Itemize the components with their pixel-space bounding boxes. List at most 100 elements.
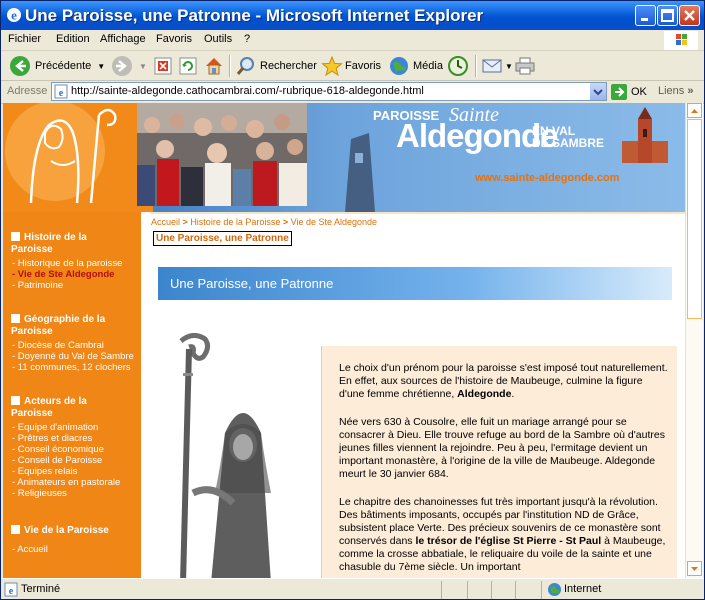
toolbar-separator: [229, 55, 231, 77]
address-bar: Adresse e http://sainte-aldegonde.cathoc…: [1, 81, 704, 104]
nav-heading-histoire[interactable]: Histoire de la Paroisse: [11, 232, 131, 256]
windows-logo-icon: [664, 31, 698, 50]
paragraph-bold-link[interactable]: le trésor de l'église St Pierre - St Pau…: [415, 535, 601, 547]
media-globe-icon: [390, 57, 408, 75]
article-paragraph-2: Née vers 630 à Cousolre, elle fuit un ma…: [339, 416, 665, 480]
article-paragraph-3: Le chapitre des chanoinesses fut très im…: [339, 496, 669, 574]
menu-fichier[interactable]: Fichier: [8, 33, 41, 45]
home-button[interactable]: [203, 54, 225, 78]
search-label: Rechercher: [260, 60, 317, 72]
back-dropdown-icon[interactable]: ▼: [97, 62, 105, 71]
scroll-thumb[interactable]: [687, 119, 702, 319]
menu-edition[interactable]: Edition: [56, 33, 90, 45]
go-button[interactable]: OK: [611, 83, 647, 101]
nav-heading-vie[interactable]: Vie de la Paroisse: [11, 525, 131, 537]
article-paragraph-1: Le choix d'un prénom pour la paroisse s'…: [339, 362, 669, 401]
close-icon: [684, 10, 695, 21]
forward-dropdown-icon[interactable]: ▼: [139, 62, 147, 71]
breadcrumb-histoire[interactable]: Histoire de la Paroisse: [190, 217, 280, 227]
nav-item-conseil-economique[interactable]: - Conseil économique: [12, 444, 104, 455]
nav-heading-acteurs[interactable]: Acteurs de la Paroisse: [11, 396, 131, 420]
printer-icon: [515, 57, 535, 75]
breadcrumb: Accueil > Histoire de la Paroisse > Vie …: [151, 217, 377, 227]
security-zone: Internet: [564, 583, 602, 595]
status-divider: [541, 581, 542, 599]
brand-val-de-sambre: EN VAL DE SAMBRE: [532, 125, 604, 149]
browser-window: e Une Paroisse, une Patronne - Microsoft…: [0, 0, 705, 600]
maximize-icon: [661, 9, 674, 22]
favorites-label: Favoris: [345, 60, 382, 72]
svg-text:e: e: [9, 586, 14, 597]
home-icon: [206, 58, 222, 75]
vertical-scrollbar[interactable]: [685, 103, 703, 578]
nav-item-pretres[interactable]: - Prêtres et diacres: [12, 433, 92, 444]
nav-item-doyenne[interactable]: - Doyenné du Val de Sambre: [12, 351, 134, 362]
site-logo[interactable]: [3, 103, 153, 212]
concrete-tower-icon: [345, 133, 375, 212]
refresh-button[interactable]: [178, 54, 198, 78]
history-button[interactable]: [447, 54, 469, 78]
forward-arrow-icon: [112, 56, 132, 76]
nav-heading-label: Géographie de la Paroisse: [11, 314, 106, 337]
forward-button[interactable]: ▼: [111, 54, 147, 78]
scroll-up-button[interactable]: [687, 103, 702, 118]
site-url[interactable]: www.sainte-aldegonde.com: [475, 172, 619, 184]
media-button[interactable]: Média: [388, 54, 443, 78]
nav-item-vie-ste-aldegonde[interactable]: - Vie de Ste Aldegonde: [12, 269, 114, 280]
mail-button[interactable]: ▼: [481, 54, 513, 78]
title-bar: e Une Paroisse, une Patronne - Microsoft…: [1, 1, 704, 30]
sidebar: Histoire de la Paroisse - Historique de …: [3, 212, 141, 578]
bullet-square-icon: [11, 232, 20, 241]
scroll-down-button[interactable]: [687, 561, 702, 576]
breadcrumb-accueil[interactable]: Accueil: [151, 217, 180, 227]
maximize-button[interactable]: [657, 5, 678, 26]
nav-item-equipe-animation[interactable]: - Equipe d'animation: [12, 422, 98, 433]
favorites-button[interactable]: Favoris: [321, 54, 381, 78]
nav-heading-geographie[interactable]: Géographie de la Paroisse: [11, 314, 131, 338]
address-input[interactable]: e http://sainte-aldegonde.cathocambrai.c…: [51, 82, 607, 101]
close-button[interactable]: [679, 5, 700, 26]
page-icon: e: [54, 84, 68, 99]
menu-bar: Fichier Edition Affichage Favoris Outils…: [1, 30, 704, 51]
links-toolbar[interactable]: Liens »: [658, 85, 693, 97]
media-label: Média: [413, 60, 443, 72]
nav-item-animateurs[interactable]: - Animateurs en pastorale: [12, 477, 120, 488]
sidebar-gutter: [141, 212, 147, 578]
page-done-icon: e: [4, 582, 18, 597]
address-url: http://sainte-aldegonde.cathocambrai.com…: [71, 85, 424, 97]
nav-item-equipes-relais[interactable]: - Equipes relais: [12, 466, 77, 477]
back-button[interactable]: Précédente ▼: [9, 54, 105, 78]
nav-item-diocese[interactable]: - Diocèse de Cambrai: [12, 340, 104, 351]
nav-item-patrimoine[interactable]: - Patrimoine: [12, 280, 63, 291]
back-arrow-icon: [10, 56, 30, 76]
nav-item-historique[interactable]: - Historique de la paroisse: [12, 258, 122, 269]
address-dropdown-button[interactable]: [590, 83, 606, 100]
toolbar: Précédente ▼ ▼ Rechercher Favoris Média: [1, 51, 704, 81]
chevron-right-icon: »: [687, 85, 694, 97]
menu-help[interactable]: ?: [244, 33, 250, 45]
stop-button[interactable]: [153, 54, 173, 78]
breadcrumb-vie[interactable]: Vie de Ste Aldegonde: [291, 217, 377, 227]
svg-text:e: e: [59, 88, 64, 99]
minimize-button[interactable]: [635, 5, 656, 26]
breadcrumb-separator: >: [182, 217, 188, 227]
menu-favoris[interactable]: Favoris: [156, 33, 192, 45]
article-heading-bar: Une Paroisse, une Patronne: [158, 267, 672, 300]
star-icon: [321, 55, 343, 77]
print-button[interactable]: [514, 54, 536, 78]
bullet-square-icon: [11, 525, 20, 534]
nav-item-communes[interactable]: - 11 communes, 12 clochers: [12, 362, 131, 373]
menu-affichage[interactable]: Affichage: [100, 33, 146, 45]
back-label: Précédente: [35, 60, 92, 72]
nav-item-religieuses[interactable]: - Religieuses: [12, 488, 67, 499]
menu-outils[interactable]: Outils: [204, 33, 232, 45]
stop-icon: [154, 57, 172, 75]
search-button[interactable]: Rechercher: [235, 54, 317, 78]
ie-icon: e: [7, 8, 21, 23]
nav-item-conseil-paroisse[interactable]: - Conseil de Paroisse: [12, 455, 102, 466]
mail-dropdown-icon[interactable]: ▼: [505, 62, 513, 71]
paragraph-text: .: [511, 388, 515, 400]
nav-item-accueil[interactable]: - Accueil: [12, 544, 48, 555]
mail-icon: [482, 59, 502, 73]
paragraph-bold: Aldegonde: [457, 388, 512, 400]
